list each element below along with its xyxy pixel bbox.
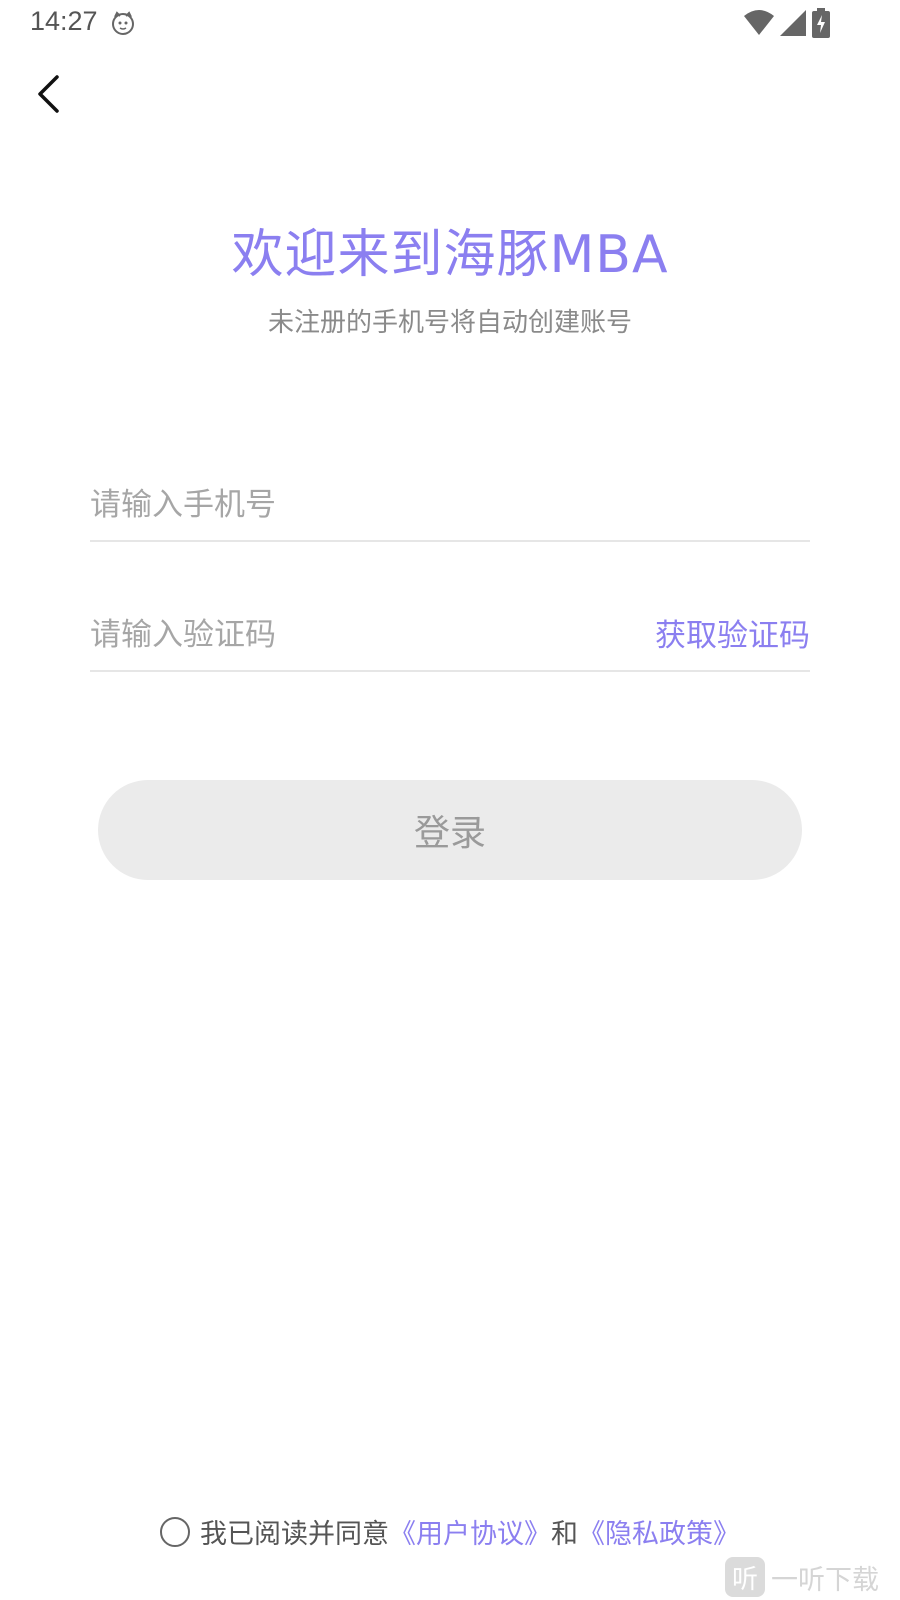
verification-code-input[interactable] <box>90 600 610 670</box>
watermark-logo: 听 <box>725 1557 765 1597</box>
welcome-subtitle: 未注册的手机号将自动创建账号 <box>267 308 632 338</box>
login-button[interactable]: 登录 <box>98 780 802 880</box>
agree-checkbox[interactable] <box>160 1516 190 1547</box>
agreement-prefix: 我已阅读并同意 <box>200 1519 389 1550</box>
phone-input[interactable] <box>90 470 810 540</box>
cell-signal-icon <box>780 10 806 40</box>
phone-field <box>90 470 810 542</box>
get-code-button[interactable]: 获取验证码 <box>655 610 810 655</box>
welcome-title: 欢迎来到海豚MBA <box>231 225 669 285</box>
cat-notification-icon <box>111 11 135 35</box>
status-icons <box>744 8 830 42</box>
user-agreement-link[interactable]: 《用户协议》 <box>389 1512 551 1551</box>
wifi-icon <box>744 10 774 40</box>
agreement-row: 我已阅读并同意 《用户协议》 和 《隐私政策》 <box>0 1512 900 1551</box>
chevron-left-icon <box>33 74 63 118</box>
code-field: 获取验证码 <box>90 600 810 672</box>
watermark-text: 一听下载 <box>771 1564 879 1596</box>
battery-charging-icon <box>812 8 830 42</box>
back-button[interactable] <box>22 70 74 122</box>
watermark: 听 一听下载 <box>725 1554 900 1600</box>
privacy-policy-link[interactable]: 《隐私政策》 <box>578 1512 740 1551</box>
status-time: 14:27 <box>30 6 98 36</box>
login-screen: 14:27 欢迎来到海豚MBA 未注册的手机号将自动创建账号 请输入手机号 请输… <box>0 0 900 1600</box>
agreement-and: 和 <box>551 1519 578 1550</box>
status-bar: 14:27 <box>0 0 900 48</box>
